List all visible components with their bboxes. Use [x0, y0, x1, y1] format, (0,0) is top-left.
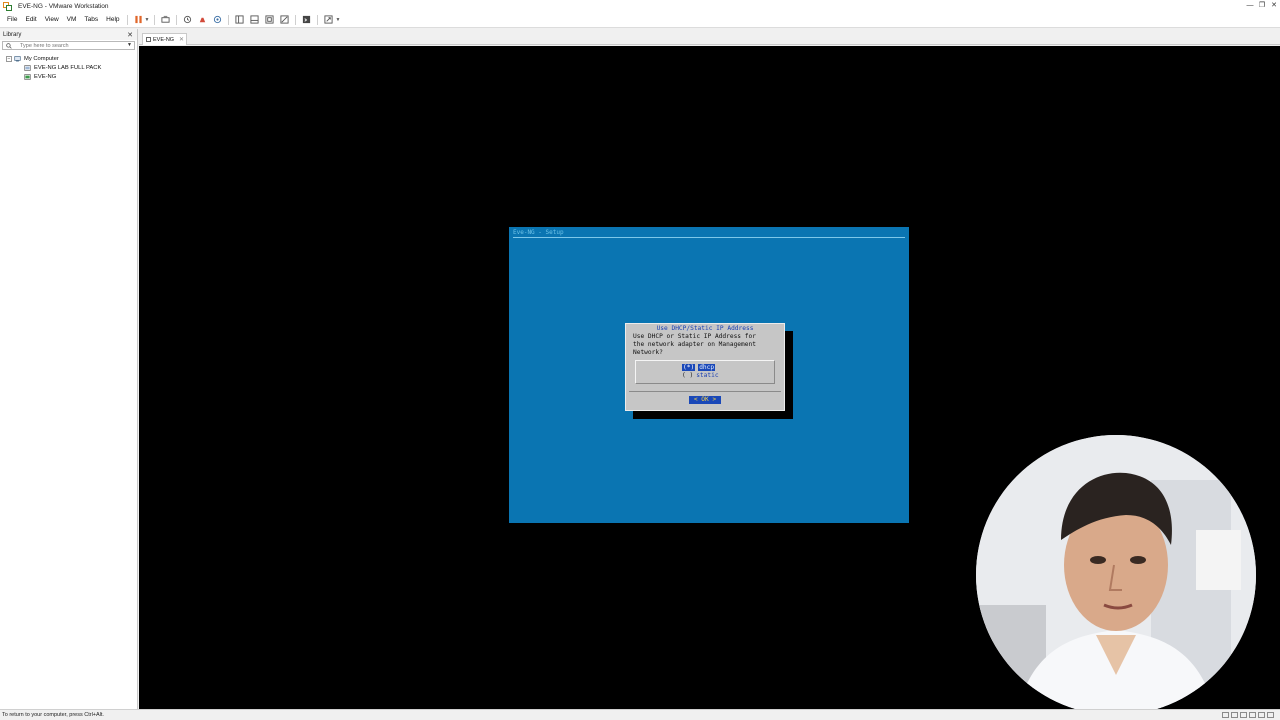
collapse-icon[interactable]: −	[6, 55, 12, 62]
usb-icon[interactable]	[1249, 712, 1256, 718]
toolbar-separator	[317, 14, 319, 25]
radio-list: (*) dhcp ( ) static	[635, 360, 775, 384]
message-log-icon[interactable]	[1267, 712, 1274, 718]
unity-icon[interactable]	[279, 14, 290, 25]
radio-label: static	[696, 372, 719, 379]
window-title: EVE-NG - VMware Workstation	[18, 2, 109, 10]
cd-drive-icon[interactable]	[1240, 712, 1247, 718]
library-header: Library ✕	[0, 29, 137, 40]
console-backtitle: Eve-NG - Setup	[513, 229, 564, 236]
full-screen-icon[interactable]	[264, 14, 275, 25]
library-title: Library	[3, 31, 22, 38]
toolbar-separator	[228, 14, 230, 25]
vm-icon	[146, 37, 151, 42]
radio-option-dhcp[interactable]: (*) dhcp	[682, 364, 716, 371]
search-icon	[6, 43, 12, 49]
hard-disk-icon[interactable]	[1222, 712, 1229, 718]
dialog-title: Use DHCP/Static IP Address	[656, 325, 754, 332]
display-icon[interactable]	[1258, 712, 1265, 718]
vm-icon	[24, 64, 31, 71]
snapshot-manager-icon[interactable]	[212, 14, 223, 25]
menu-view[interactable]: View	[41, 16, 63, 23]
title-bar: EVE-NG - VMware Workstation — ❐ ✕	[0, 0, 1280, 12]
status-bar: To return to your computer, press Ctrl+A…	[0, 709, 1280, 720]
snapshot-icon[interactable]	[182, 14, 193, 25]
show-library-icon[interactable]	[234, 14, 245, 25]
toolbar-separator	[176, 14, 178, 25]
toolbar-separator	[126, 14, 128, 25]
console-view-icon[interactable]	[301, 14, 312, 25]
tree-item-label: EVE-NG	[34, 73, 57, 80]
close-button[interactable]: ✕	[1268, 0, 1280, 12]
tree-item-my-computer[interactable]: − My Computer	[0, 54, 137, 63]
network-adapter-icon[interactable]	[1231, 712, 1238, 718]
library-panel: Library ✕ ▼ − My Computer EVE-NG LAB FUL…	[0, 29, 138, 709]
radio-label: dhcp	[698, 364, 716, 371]
prompt-line: the network adapter on Management	[633, 341, 756, 348]
minimize-button[interactable]: —	[1244, 0, 1256, 12]
vm-running-icon	[24, 73, 31, 80]
menu-help[interactable]: Help	[102, 16, 123, 23]
send-ctrl-alt-del-icon[interactable]	[160, 14, 171, 25]
chevron-down-icon[interactable]: ▼	[145, 17, 150, 23]
prompt-line: Use DHCP or Static IP Address for	[633, 333, 756, 340]
maximize-button[interactable]: ❐	[1256, 0, 1268, 12]
device-status-icons	[1222, 712, 1274, 718]
close-icon[interactable]: ✕	[179, 36, 184, 43]
status-text: To return to your computer, press Ctrl+A…	[2, 712, 104, 718]
menu-edit[interactable]: Edit	[21, 16, 40, 23]
tab-strip: EVE-NG ✕	[139, 29, 1280, 45]
dialog-separator	[629, 391, 781, 392]
computer-icon	[14, 55, 21, 61]
library-search[interactable]: ▼	[2, 41, 135, 50]
stretch-guest-icon[interactable]	[323, 14, 334, 25]
backtitle-underline	[513, 237, 905, 238]
tree-item-label: My Computer	[24, 55, 59, 62]
webcam-overlay	[976, 435, 1256, 715]
tree-item-vm[interactable]: EVE-NG	[0, 72, 137, 81]
vmware-app-icon	[3, 1, 12, 11]
menu-bar: File Edit View VM Tabs Help ▼ ▼	[0, 12, 1280, 28]
radio-unselected-mark: ( )	[682, 372, 694, 379]
revert-snapshot-icon[interactable]	[197, 14, 208, 25]
dialog-prompt: Use DHCP or Static IP Address for the net…	[633, 333, 779, 357]
radio-selected-mark: (*)	[682, 364, 696, 371]
radio-option-static[interactable]: ( ) static	[682, 372, 719, 379]
thumbnail-bar-icon[interactable]	[249, 14, 260, 25]
search-input[interactable]	[3, 42, 118, 49]
chevron-down-icon[interactable]: ▼	[335, 17, 340, 23]
setup-dialog: Use DHCP/Static IP Address Use DHCP or S…	[625, 323, 785, 411]
prompt-line: Network?	[633, 349, 663, 356]
close-icon[interactable]: ✕	[127, 31, 133, 39]
library-tree: − My Computer EVE-NG LAB FULL PACK EVE-N…	[0, 54, 137, 81]
menu-file[interactable]: File	[3, 16, 21, 23]
ok-button[interactable]: < OK >	[689, 396, 721, 404]
toolbar-separator	[295, 14, 297, 25]
pause-icon[interactable]	[133, 14, 144, 25]
tab-eve-ng[interactable]: EVE-NG ✕	[142, 33, 187, 45]
toolbar-separator	[154, 14, 156, 25]
chevron-down-icon[interactable]: ▼	[127, 42, 132, 48]
tab-label: EVE-NG	[153, 36, 175, 43]
menu-vm[interactable]: VM	[63, 16, 81, 23]
menu-tabs[interactable]: Tabs	[80, 16, 102, 23]
tree-item-label: EVE-NG LAB FULL PACK	[34, 64, 102, 71]
tree-item-vm[interactable]: EVE-NG LAB FULL PACK	[0, 63, 137, 72]
presenter-video	[976, 435, 1256, 715]
